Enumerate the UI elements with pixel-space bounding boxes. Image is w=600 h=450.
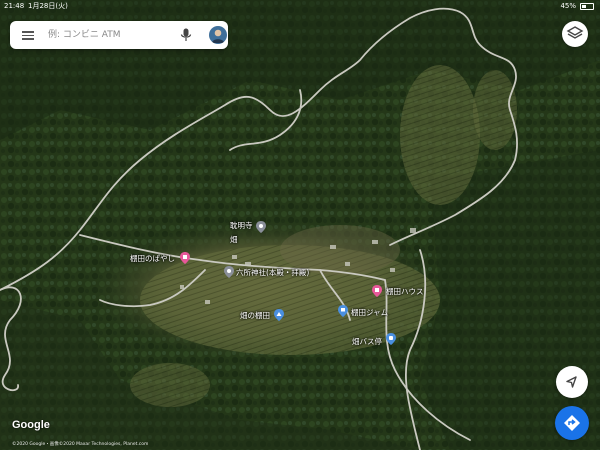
place-label[interactable]: 棚田ハウス xyxy=(386,286,424,297)
status-right: 45% xyxy=(560,0,594,12)
layers-button[interactable] xyxy=(562,21,588,47)
shop-pin-icon[interactable] xyxy=(372,285,382,297)
place-label[interactable]: 棚田のぱやし xyxy=(130,253,175,264)
temple-pin-icon[interactable] xyxy=(224,266,234,278)
status-date: 1月28日(火) xyxy=(28,2,68,10)
cafe-pin-icon[interactable] xyxy=(338,305,348,317)
microphone-icon[interactable] xyxy=(180,28,192,42)
place-label[interactable]: 畑バス停 xyxy=(352,336,382,347)
attribution: ©2020 Google・画像©2020 Maxar Technologies,… xyxy=(12,442,149,447)
search-input[interactable] xyxy=(48,27,166,43)
place-label[interactable]: 棚田ジャム xyxy=(351,307,388,318)
status-bar: 21:48 1月28日(火) 45% xyxy=(0,0,600,12)
status-time: 21:48 xyxy=(4,2,25,10)
layers-icon xyxy=(566,26,584,39)
avatar[interactable] xyxy=(209,26,227,44)
place-label: 畑 xyxy=(230,235,238,244)
place-label[interactable]: 畑の棚田 xyxy=(240,310,270,321)
google-logo: Google xyxy=(12,419,50,431)
directions-icon xyxy=(564,415,580,431)
bus-pin-icon[interactable] xyxy=(386,333,396,345)
search-bar[interactable] xyxy=(10,21,228,49)
battery-percent: 45% xyxy=(560,2,576,10)
satellite-map[interactable] xyxy=(0,0,600,450)
place-label[interactable]: 耽明寺 xyxy=(230,220,253,231)
shop-pin-icon[interactable] xyxy=(180,252,190,264)
navigation-arrow-icon xyxy=(566,376,577,388)
directions-button[interactable] xyxy=(555,406,589,440)
compass-button[interactable] xyxy=(556,366,588,398)
battery-icon xyxy=(580,2,594,10)
place-label[interactable]: 六所神社(本殿・拝殿) xyxy=(236,267,309,278)
temple-pin-icon[interactable] xyxy=(256,221,266,233)
menu-icon[interactable] xyxy=(22,29,34,41)
mountain-pin-icon[interactable] xyxy=(274,309,284,321)
